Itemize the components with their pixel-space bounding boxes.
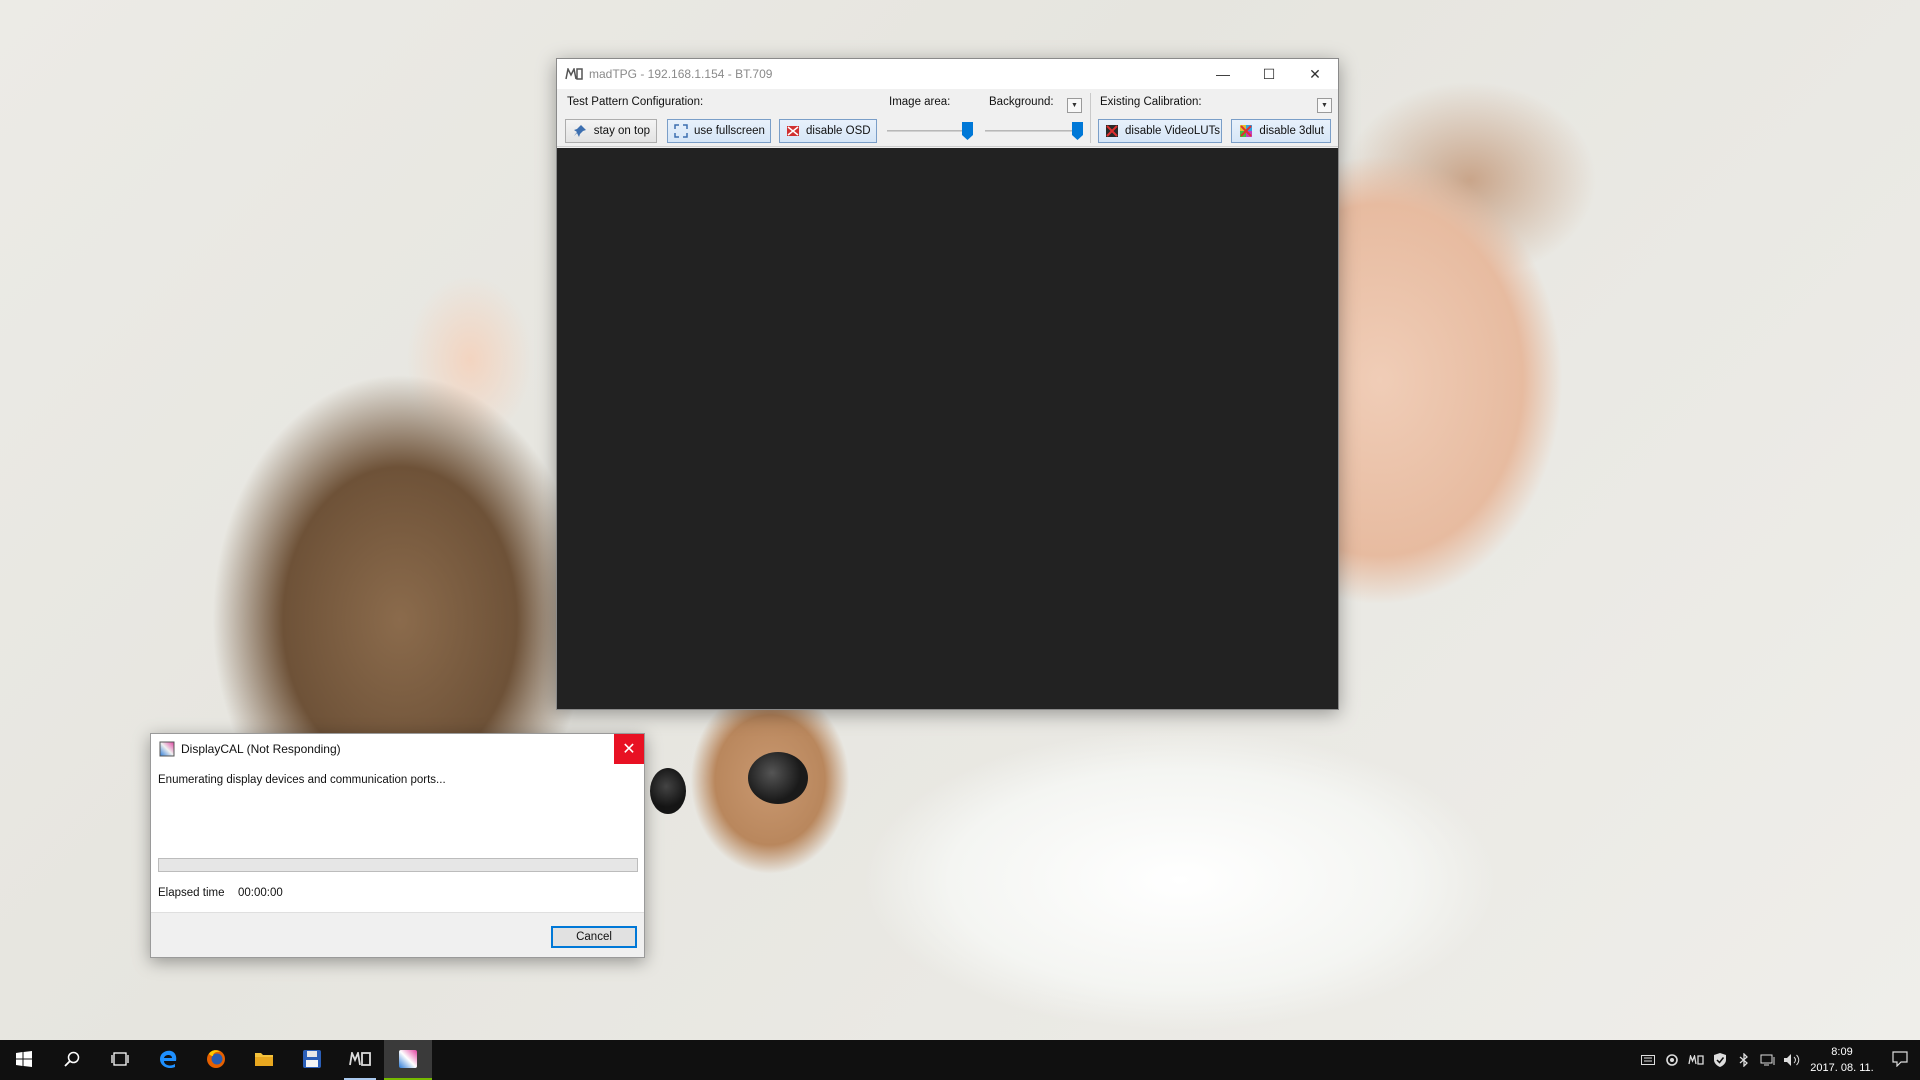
tray-keyboard-icon[interactable] <box>1636 1040 1660 1080</box>
madtpg-icon <box>349 1049 371 1069</box>
test-pattern-config-label: Test Pattern Configuration: <box>567 96 704 108</box>
tray-volume-icon[interactable] <box>1780 1040 1804 1080</box>
tray-madvr-icon[interactable] <box>1684 1040 1708 1080</box>
tray-shield-icon[interactable] <box>1708 1040 1732 1080</box>
stay-on-top-label: stay on top <box>593 125 650 137</box>
floppy-app-icon <box>302 1049 322 1072</box>
existing-calibration-label: Existing Calibration: <box>1100 96 1202 108</box>
madtpg-title: madTPG - 192.168.1.154 - BT.709 <box>589 67 773 81</box>
3dlut-icon <box>1238 123 1253 139</box>
taskbar-firefox[interactable] <box>192 1040 240 1080</box>
taskbar-file-explorer[interactable] <box>240 1040 288 1080</box>
taskbar-displaycal[interactable] <box>384 1040 432 1080</box>
image-area-label: Image area: <box>889 96 951 108</box>
cancel-button[interactable]: Cancel <box>551 926 637 948</box>
disable-osd-label: disable OSD <box>806 125 871 137</box>
progress-bar <box>158 858 638 872</box>
displaycal-titlebar[interactable]: DisplayCAL (Not Responding) ✕ <box>151 734 644 764</box>
task-view-icon <box>111 1051 129 1070</box>
displaycal-icon <box>398 1049 418 1072</box>
image-area-slider-thumb[interactable] <box>962 122 973 140</box>
taskbar-madtpg[interactable] <box>336 1040 384 1080</box>
notification-icon <box>1892 1050 1908 1070</box>
use-fullscreen-label: use fullscreen <box>694 125 765 137</box>
osd-icon <box>786 123 800 139</box>
disable-osd-button[interactable]: disable OSD <box>779 119 877 143</box>
madtpg-titlebar[interactable]: madTPG - 192.168.1.154 - BT.709 — ☐ ✕ <box>557 59 1338 89</box>
disable-3dlut-label: disable 3dlut <box>1259 125 1324 137</box>
background-slider-thumb[interactable] <box>1072 122 1083 140</box>
toolbar-divider <box>1090 93 1091 143</box>
background-label: Background: <box>989 96 1054 108</box>
stay-on-top-button[interactable]: stay on top <box>565 119 657 143</box>
minimize-button[interactable]: — <box>1200 59 1246 89</box>
edge-icon <box>158 1049 178 1072</box>
image-area-slider[interactable] <box>887 122 973 140</box>
test-pattern-canvas[interactable] <box>557 148 1338 709</box>
background-dropdown[interactable]: ▼ <box>1067 98 1082 113</box>
clock-date: 2017. 08. 11. <box>1810 1062 1874 1074</box>
madtpg-toolbar: Test Pattern Configuration: stay on top … <box>557 89 1338 147</box>
elapsed-time-value: 00:00:00 <box>238 887 283 899</box>
chevron-down-icon: ▼ <box>1321 102 1328 109</box>
elapsed-time-label: Elapsed time <box>158 887 225 899</box>
search-icon <box>64 1051 80 1070</box>
close-icon: ✕ <box>622 741 636 758</box>
madtpg-logo-icon <box>565 67 583 81</box>
taskbar-clock[interactable]: 8:09 2017. 08. 11. <box>1804 1044 1880 1076</box>
wallpaper-toy-nose <box>748 752 808 804</box>
dialog-close-button[interactable]: ✕ <box>614 734 644 764</box>
close-icon: ✕ <box>1309 65 1321 82</box>
dialog-footer: Cancel <box>151 912 644 957</box>
tray-network-icon[interactable] <box>1756 1040 1780 1080</box>
status-message: Enumerating display devices and communic… <box>158 774 446 786</box>
clock-time: 8:09 <box>1831 1046 1853 1058</box>
disable-3dlut-button[interactable]: disable 3dlut <box>1231 119 1331 143</box>
background-slider[interactable] <box>985 122 1083 140</box>
displaycal-app-icon <box>159 741 175 757</box>
displaycal-dialog[interactable]: DisplayCAL (Not Responding) ✕ Enumeratin… <box>150 733 645 958</box>
system-tray: 8:09 2017. 08. 11. <box>1636 1040 1920 1080</box>
image-area-slider-track <box>887 130 973 132</box>
madtpg-window[interactable]: madTPG - 192.168.1.154 - BT.709 — ☐ ✕ Te… <box>556 58 1339 710</box>
minimize-icon: — <box>1216 66 1230 82</box>
fullscreen-icon <box>674 123 688 139</box>
madtpg-window-controls: — ☐ ✕ <box>1200 59 1338 89</box>
close-button[interactable]: ✕ <box>1292 59 1338 89</box>
firefox-icon <box>205 1048 227 1073</box>
taskbar: 8:09 2017. 08. 11. <box>0 1040 1920 1080</box>
disable-videoluts-button[interactable]: disable VideoLUTs <box>1098 119 1222 143</box>
wallpaper-toy-eye <box>650 768 686 814</box>
taskbar-floppy-app[interactable] <box>288 1040 336 1080</box>
action-center-button[interactable] <box>1880 1040 1920 1080</box>
tray-sync-icon[interactable] <box>1660 1040 1684 1080</box>
displaycal-title: DisplayCAL (Not Responding) <box>181 742 341 756</box>
maximize-button[interactable]: ☐ <box>1246 59 1292 89</box>
use-fullscreen-button[interactable]: use fullscreen <box>667 119 771 143</box>
maximize-icon: ☐ <box>1262 65 1276 82</box>
search-button[interactable] <box>48 1040 96 1080</box>
task-view-button[interactable] <box>96 1040 144 1080</box>
start-button[interactable] <box>0 1040 48 1080</box>
file-explorer-icon <box>254 1050 274 1071</box>
windows-start-icon <box>16 1050 32 1070</box>
background-slider-track <box>985 130 1083 132</box>
videoluts-icon <box>1105 123 1119 139</box>
pin-icon <box>572 123 588 139</box>
chevron-down-icon: ▼ <box>1071 102 1078 109</box>
tray-bluetooth-icon[interactable] <box>1732 1040 1756 1080</box>
taskbar-edge[interactable] <box>144 1040 192 1080</box>
calibration-dropdown[interactable]: ▼ <box>1317 98 1332 113</box>
disable-videoluts-label: disable VideoLUTs <box>1125 125 1221 137</box>
